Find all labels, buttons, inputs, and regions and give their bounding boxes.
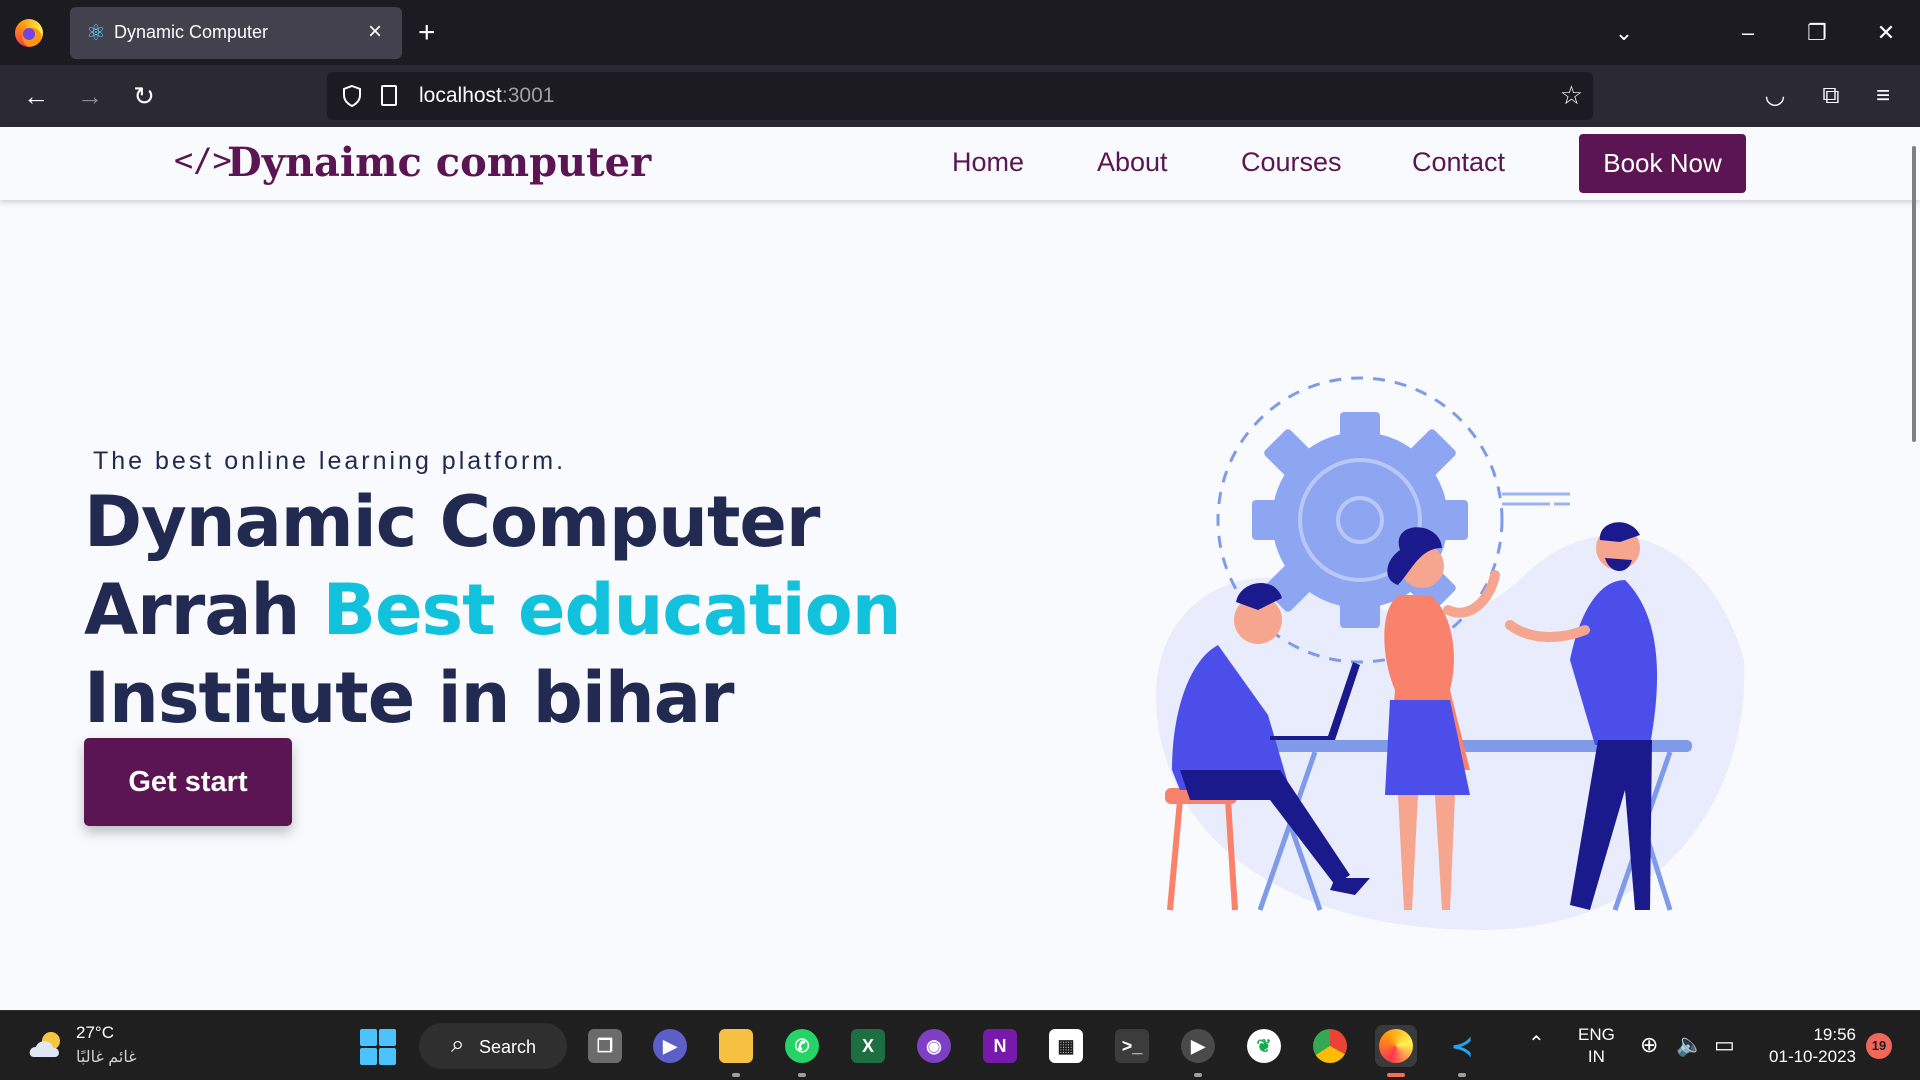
taskbar-search[interactable]: ⌕ Search bbox=[419, 1023, 567, 1069]
bookmark-star-icon[interactable]: ☆ bbox=[1560, 80, 1583, 110]
volume-icon[interactable]: 🔈 bbox=[1676, 1033, 1703, 1057]
brand-name[interactable]: Dynaimc computer bbox=[227, 139, 651, 186]
browser-tab-bar: ⚛ Dynamic Computer × + ⌄ – ❐ ✕ bbox=[0, 0, 1920, 65]
file-explorer-icon[interactable] bbox=[715, 1025, 757, 1077]
extensions-icon[interactable]: ⧉ bbox=[1814, 81, 1848, 111]
system-clock[interactable]: 19:56 01-10-2023 bbox=[1760, 1024, 1856, 1068]
search-label: Search bbox=[479, 1037, 537, 1057]
media-player-icon[interactable]: ▶ bbox=[1177, 1025, 1219, 1077]
partly-cloudy-icon[interactable] bbox=[26, 1029, 66, 1061]
clock-time: 19:56 bbox=[1813, 1025, 1856, 1044]
tab-title: Dynamic Computer bbox=[114, 22, 269, 42]
address-bar[interactable]: localhost:3001 ☆ bbox=[327, 72, 1593, 120]
battery-icon[interactable]: ▭ bbox=[1714, 1033, 1735, 1057]
pocket-icon[interactable]: ◡ bbox=[1758, 81, 1792, 111]
page-scrollbar[interactable] bbox=[1912, 146, 1916, 442]
close-tab-icon[interactable]: × bbox=[368, 18, 382, 46]
shield-icon[interactable] bbox=[341, 84, 363, 108]
region-code: IN bbox=[1587, 1047, 1605, 1066]
input-language[interactable]: ENG IN bbox=[1578, 1024, 1615, 1068]
show-hidden-icons-chevron-icon[interactable]: ⌃ bbox=[1528, 1031, 1545, 1056]
nav-link-contact[interactable]: Contact bbox=[1412, 147, 1505, 178]
terminal-icon[interactable]: >_ bbox=[1111, 1025, 1153, 1067]
weather-description[interactable]: غائم غالبًا bbox=[76, 1047, 137, 1067]
meet-icon[interactable]: ▶ bbox=[649, 1025, 691, 1067]
github-desktop-icon[interactable]: ◉ bbox=[913, 1025, 955, 1067]
browser-tab[interactable]: ⚛ Dynamic Computer × bbox=[70, 7, 402, 59]
firefox-icon[interactable] bbox=[15, 19, 43, 47]
new-tab-icon[interactable]: + bbox=[418, 16, 436, 50]
weather-temperature[interactable]: 27°C bbox=[76, 1023, 114, 1043]
hero-tagline: The best online learning platform. bbox=[93, 447, 567, 475]
search-icon: ⌕ bbox=[451, 1031, 465, 1058]
clock-date: 01-10-2023 bbox=[1769, 1047, 1856, 1066]
headline-line-1: Dynamic Computer bbox=[84, 481, 820, 563]
microsoft-store-icon[interactable]: ▦ bbox=[1045, 1025, 1087, 1067]
forward-arrow-icon[interactable]: → bbox=[71, 77, 109, 115]
firefox-taskbar-icon[interactable] bbox=[1375, 1025, 1417, 1077]
headline-line-3: Institute in bihar bbox=[84, 657, 734, 739]
onenote-icon[interactable]: N bbox=[979, 1025, 1021, 1067]
get-start-button[interactable]: Get start bbox=[84, 738, 292, 826]
network-globe-icon[interactable]: ⊕ bbox=[1640, 1033, 1658, 1057]
task-view-icon[interactable]: ❐ bbox=[584, 1025, 626, 1067]
back-arrow-icon[interactable]: ← bbox=[17, 77, 55, 115]
book-now-button[interactable]: Book Now bbox=[1579, 134, 1746, 193]
nav-link-about[interactable]: About bbox=[1097, 147, 1168, 178]
team-illustration bbox=[1155, 376, 1745, 930]
vscode-icon[interactable]: ≺ bbox=[1441, 1025, 1483, 1077]
excel-icon[interactable]: X bbox=[847, 1025, 889, 1067]
chrome-icon[interactable] bbox=[1309, 1025, 1351, 1067]
whatsapp-icon[interactable]: ✆ bbox=[781, 1025, 823, 1077]
mongodb-compass-icon[interactable]: ❦ bbox=[1243, 1025, 1285, 1067]
taskbar: 27°C غائم غالبًا ⌕ Search ❐ ▶ ✆ X ◉ N ▦ … bbox=[0, 1010, 1920, 1080]
code-icon: </> bbox=[174, 141, 232, 179]
react-icon: ⚛ bbox=[86, 20, 106, 45]
minimize-icon[interactable]: – bbox=[1728, 16, 1768, 50]
window-close-icon[interactable]: ✕ bbox=[1866, 16, 1906, 50]
tab-list-chevron-icon[interactable]: ⌄ bbox=[1604, 16, 1644, 50]
windows-start-icon[interactable] bbox=[360, 1029, 396, 1065]
site-header: </> Dynaimc computer Home About Courses … bbox=[0, 127, 1920, 200]
language-code: ENG bbox=[1578, 1025, 1615, 1044]
menu-icon[interactable]: ≡ bbox=[1866, 81, 1900, 111]
notification-badge[interactable]: 19 bbox=[1866, 1033, 1892, 1059]
url-text[interactable]: localhost:3001 bbox=[419, 84, 554, 108]
nav-link-home[interactable]: Home bbox=[952, 147, 1024, 178]
browser-toolbar: ← → ↻ localhost:3001 ☆ ◡ ⧉ ≡ bbox=[0, 65, 1920, 127]
hero-headline: Dynamic Computer Arrah Best education In… bbox=[84, 478, 902, 742]
page-icon[interactable] bbox=[381, 85, 397, 106]
nav-link-courses[interactable]: Courses bbox=[1241, 147, 1342, 178]
restore-icon[interactable]: ❐ bbox=[1797, 16, 1837, 50]
reload-icon[interactable]: ↻ bbox=[125, 77, 163, 115]
headline-line-2: Arrah bbox=[84, 569, 323, 651]
headline-accent: Best education bbox=[322, 569, 902, 651]
